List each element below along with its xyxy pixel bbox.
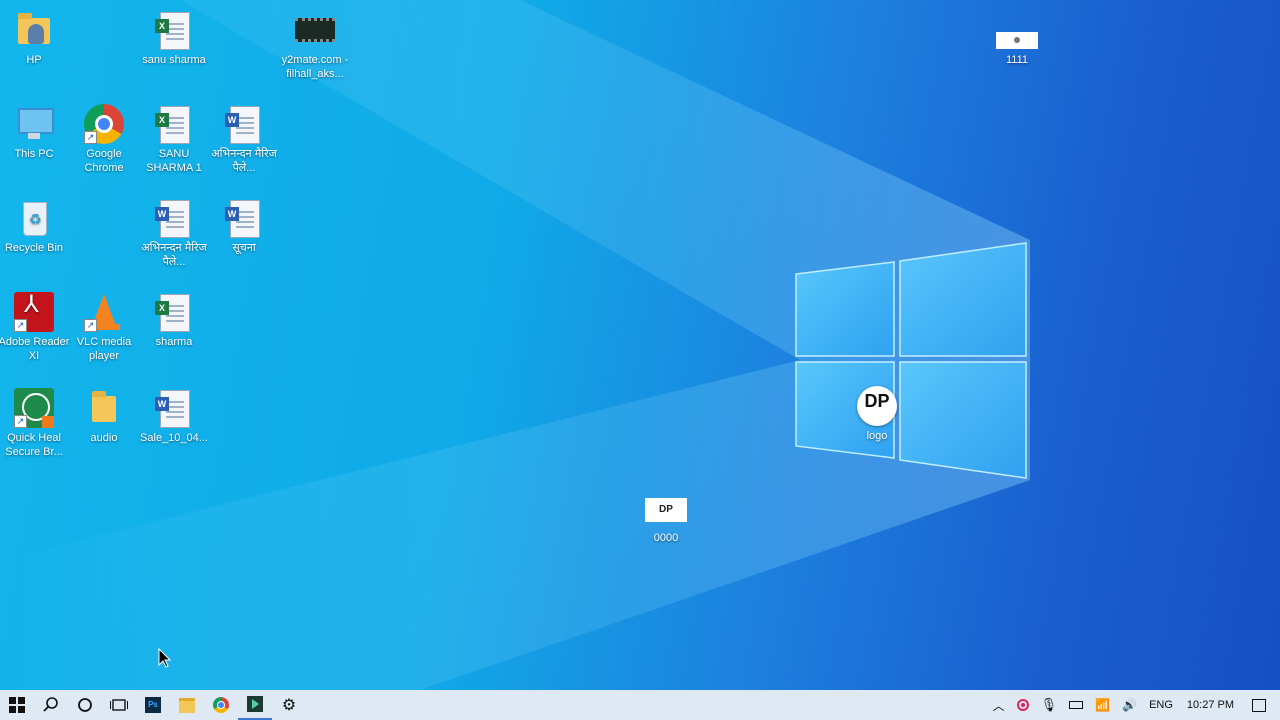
desktop-icon-suchna[interactable]: W सूचना bbox=[208, 198, 280, 255]
battery-icon[interactable] bbox=[1069, 701, 1084, 709]
image-file-icon bbox=[996, 20, 1038, 50]
action-center-notification-icon[interactable] bbox=[1252, 698, 1266, 712]
desktop-icon-hp[interactable]: HP bbox=[0, 10, 70, 67]
excel-file-icon: X bbox=[154, 292, 194, 332]
desktop-icon-adobe-reader[interactable]: ⅄ ↗ Adobe Reader XI bbox=[0, 292, 70, 363]
user-folder-icon bbox=[14, 10, 54, 50]
desktop-icon-0000[interactable]: DP 0000 bbox=[630, 492, 702, 545]
search-icon bbox=[43, 697, 58, 712]
desktop-icon-google-chrome[interactable]: ↗ Google Chrome bbox=[68, 104, 140, 175]
start-button[interactable] bbox=[0, 690, 34, 720]
image-file-icon: DP bbox=[645, 492, 687, 528]
excel-file-icon: X bbox=[154, 10, 194, 50]
desktop-icon-y2mate[interactable]: y2mate.com - filhall_aks... bbox=[279, 10, 351, 81]
desktop-icon-quick-heal[interactable]: ↗ Quick Heal Secure Br... bbox=[0, 388, 70, 459]
desktop-icon-abhinandan-2[interactable]: W अभिनन्दन मैरिज पैले... bbox=[138, 198, 210, 269]
logo-mark: DP bbox=[659, 504, 673, 515]
word-file-icon: W bbox=[224, 104, 264, 144]
word-file-icon: W bbox=[224, 198, 264, 238]
adobe-reader-icon: ⅄ ↗ bbox=[14, 292, 54, 332]
taskbar: Ps ⚙ ︿ 🎙 📶 🔊 ENG 10:27 PM bbox=[0, 690, 1280, 720]
computer-icon bbox=[14, 104, 54, 144]
video-file-icon bbox=[295, 10, 335, 50]
desktop-icon-audio[interactable]: audio bbox=[68, 388, 140, 445]
desktop-icon-recycle-bin[interactable]: ♻ Recycle Bin bbox=[0, 198, 70, 255]
task-view-button[interactable] bbox=[102, 690, 136, 720]
volume-icon[interactable]: 🔊 bbox=[1122, 698, 1137, 712]
search-button[interactable] bbox=[34, 690, 68, 720]
desktop-icon-sanu-sharma-1[interactable]: X SANU SHARMA 1 bbox=[138, 104, 210, 175]
photoshop-icon: Ps bbox=[145, 697, 161, 713]
word-file-icon: W bbox=[154, 388, 194, 428]
desktop-icon-sale[interactable]: W Sale_10_04... bbox=[138, 388, 210, 445]
record-icon[interactable] bbox=[1016, 699, 1029, 711]
taskbar-media-app[interactable] bbox=[238, 690, 272, 720]
excel-file-icon: X bbox=[154, 104, 194, 144]
recycle-bin-icon: ♻ bbox=[14, 198, 54, 238]
word-file-icon: W bbox=[154, 198, 194, 238]
windows-icon bbox=[9, 697, 25, 713]
chrome-icon: ↗ bbox=[84, 104, 124, 144]
quick-heal-icon: ↗ bbox=[14, 388, 54, 428]
taskbar-settings[interactable]: ⚙ bbox=[272, 690, 306, 720]
task-view-icon bbox=[110, 699, 128, 711]
taskbar-chrome[interactable] bbox=[204, 690, 238, 720]
desktop-icon-logo[interactable]: DP logo bbox=[841, 386, 913, 443]
taskbar-photoshop[interactable]: Ps bbox=[136, 690, 170, 720]
cortana-circle-icon bbox=[78, 698, 92, 712]
desktop-icon-abhinandan-1[interactable]: W अभिनन्दन मैरिज पैले... bbox=[208, 104, 280, 175]
taskbar-file-explorer[interactable] bbox=[170, 690, 204, 720]
logo-mark: DP bbox=[864, 391, 890, 411]
gear-icon: ⚙ bbox=[281, 697, 297, 714]
desktop-icon-sharma[interactable]: X sharma bbox=[138, 292, 210, 349]
desktop-icon-this-pc[interactable]: This PC bbox=[0, 104, 70, 161]
chrome-icon bbox=[213, 697, 229, 713]
file-explorer-icon bbox=[179, 697, 195, 713]
wifi-icon[interactable]: 📶 bbox=[1095, 698, 1110, 712]
clock-time[interactable]: 10:27 PM bbox=[1187, 699, 1234, 711]
system-tray: ︿ 🎙 📶 🔊 ENG 10:27 PM bbox=[987, 690, 1280, 720]
vlc-cone-icon: ↗ bbox=[84, 292, 124, 332]
show-hidden-icons-chevron-up-icon[interactable]: ︿ bbox=[993, 697, 1005, 714]
desktop-icon-1111[interactable]: 1111 bbox=[981, 20, 1053, 67]
dp-logo-icon: DP bbox=[857, 386, 897, 426]
mouse-cursor-icon bbox=[158, 648, 172, 668]
cortana-button[interactable] bbox=[68, 690, 102, 720]
language-indicator[interactable]: ENG bbox=[1149, 699, 1173, 711]
media-app-icon bbox=[247, 696, 263, 712]
desktop-icon-vlc[interactable]: ↗ VLC media player bbox=[68, 292, 140, 363]
microphone-icon[interactable]: 🎙 bbox=[1041, 697, 1058, 713]
folder-icon bbox=[84, 388, 124, 428]
desktop-icon-sanu-sharma[interactable]: X sanu sharma bbox=[138, 10, 210, 67]
